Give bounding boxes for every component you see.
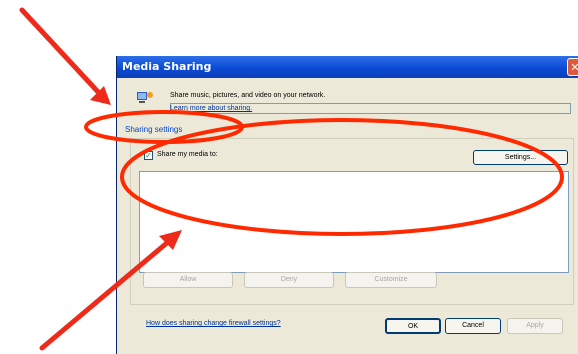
top-arrow-shaft bbox=[19, 7, 103, 97]
annotation-overlay bbox=[19, 7, 564, 351]
bottom-arrow-shaft bbox=[39, 239, 171, 351]
sharing-settings-ellipse bbox=[84, 110, 244, 144]
list-area-ellipse bbox=[120, 118, 564, 236]
